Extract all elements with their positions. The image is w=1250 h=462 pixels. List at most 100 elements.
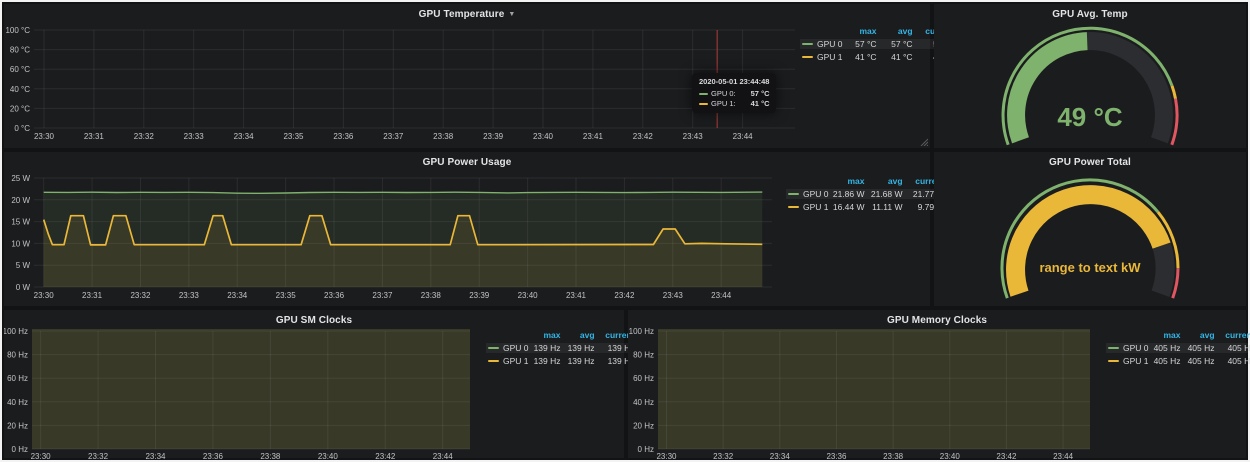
legend-header-avg[interactable]: avg	[1183, 330, 1217, 340]
tooltip-row-gpu1: GPU 1: 41 °C	[699, 99, 769, 108]
tooltip-row-gpu0: GPU 0: 57 °C	[699, 89, 769, 98]
legend-value-avg: 21.68 W	[867, 189, 905, 199]
chart-gpu-temperature[interactable]: 0 °C20 °C40 °C60 °C80 °C100 °C23:3023:31…	[4, 24, 930, 148]
svg-text:0 °C: 0 °C	[14, 124, 30, 133]
series-color-dash	[1108, 360, 1119, 362]
svg-text:23:40: 23:40	[318, 452, 339, 461]
svg-text:80 Hz: 80 Hz	[7, 351, 28, 360]
svg-text:40 °C: 40 °C	[10, 85, 30, 94]
series-color-dash	[488, 347, 499, 349]
panel-gpu-temperature: GPU Temperature ▼ 0 °C20 °C40 °C60 °C80 …	[4, 4, 930, 148]
legend-series-gpu0[interactable]: GPU 0	[800, 39, 843, 49]
panel-header: GPU Power Total	[934, 152, 1246, 172]
svg-text:10 W: 10 W	[11, 239, 30, 248]
legend-value-max: 57 °C	[843, 39, 879, 49]
legend-gpu-memory-clocks: max avg current GPU 0 405 Hz 405 Hz 405 …	[1106, 328, 1240, 367]
svg-text:23:42: 23:42	[996, 452, 1017, 461]
legend-header-avg[interactable]: avg	[563, 330, 597, 340]
legend-header-max[interactable]: max	[529, 330, 563, 340]
svg-text:40 Hz: 40 Hz	[633, 398, 654, 407]
panel-title-gpu-temperature[interactable]: GPU Temperature	[419, 9, 505, 20]
legend-value-avg: 139 Hz	[563, 356, 597, 366]
svg-text:23:34: 23:34	[227, 291, 248, 300]
svg-text:23:32: 23:32	[88, 452, 109, 461]
svg-text:23:30: 23:30	[34, 132, 55, 141]
svg-text:23:42: 23:42	[633, 132, 654, 141]
series-color-dash	[488, 360, 499, 362]
panel-title-gpu-power-usage[interactable]: GPU Power Usage	[423, 157, 512, 168]
svg-text:23:30: 23:30	[34, 291, 55, 300]
panel-resize-handle[interactable]	[920, 138, 928, 146]
legend-header-max[interactable]: max	[843, 26, 879, 36]
legend-value-avg: 405 Hz	[1183, 343, 1217, 353]
legend-header-current[interactable]: current	[1217, 330, 1250, 340]
legend-header-max[interactable]: max	[829, 176, 867, 186]
svg-text:25 W: 25 W	[11, 174, 30, 183]
legend-series-gpu0[interactable]: GPU 0	[486, 343, 529, 353]
legend-header-avg[interactable]: avg	[867, 176, 905, 186]
series-color-dash	[788, 193, 799, 195]
svg-text:23:41: 23:41	[566, 291, 587, 300]
graph-tooltip: 2020-05-01 23:44:48 GPU 0: 57 °C GPU 1: …	[692, 73, 776, 113]
svg-text:80 Hz: 80 Hz	[633, 351, 654, 360]
legend-value-max: 21.86 W	[829, 189, 867, 199]
gauge-gpu-power-total	[934, 172, 1246, 306]
svg-text:23:44: 23:44	[1053, 452, 1074, 461]
svg-text:23:44: 23:44	[433, 452, 454, 461]
dashboard: GPU Temperature ▼ 0 °C20 °C40 °C60 °C80 …	[0, 0, 1250, 462]
svg-text:23:36: 23:36	[324, 291, 345, 300]
legend-value-max: 405 Hz	[1149, 343, 1183, 353]
gauge-value-avg-temp: 49 °C	[934, 102, 1246, 133]
legend-series-gpu0[interactable]: GPU 0	[786, 189, 829, 199]
panel-title-gpu-avg-temp[interactable]: GPU Avg. Temp	[1052, 9, 1127, 20]
svg-text:20 W: 20 W	[11, 196, 30, 205]
svg-text:23:44: 23:44	[733, 132, 754, 141]
gauge-value-power-total: range to text kW	[934, 260, 1246, 275]
legend-value-avg: 41 °C	[879, 52, 915, 62]
series-color-dash	[788, 206, 799, 208]
svg-text:20 °C: 20 °C	[10, 104, 30, 113]
legend-gpu-sm-clocks: max avg current GPU 0 139 Hz 139 Hz 139 …	[486, 328, 618, 367]
svg-text:5 W: 5 W	[16, 261, 31, 270]
svg-text:23:43: 23:43	[683, 132, 704, 141]
legend-value-max: 405 Hz	[1149, 356, 1183, 366]
svg-text:40 Hz: 40 Hz	[7, 398, 28, 407]
panel-title-gpu-sm-clocks[interactable]: GPU SM Clocks	[276, 315, 352, 326]
svg-text:23:38: 23:38	[260, 452, 281, 461]
legend-value-avg: 139 Hz	[563, 343, 597, 353]
svg-text:23:35: 23:35	[283, 132, 304, 141]
svg-text:23:34: 23:34	[234, 132, 255, 141]
svg-text:0 Hz: 0 Hz	[12, 445, 28, 454]
svg-text:23:36: 23:36	[333, 132, 354, 141]
legend-value-avg: 405 Hz	[1183, 356, 1217, 366]
legend-series-gpu1[interactable]: GPU 1	[486, 356, 529, 366]
svg-text:23:35: 23:35	[276, 291, 297, 300]
svg-text:23:32: 23:32	[130, 291, 151, 300]
panel-title-gpu-memory-clocks[interactable]: GPU Memory Clocks	[887, 315, 987, 326]
svg-text:100 Hz: 100 Hz	[629, 327, 654, 336]
legend-series-gpu0[interactable]: GPU 0	[1106, 343, 1149, 353]
svg-text:23:31: 23:31	[82, 291, 103, 300]
panel-title-gpu-power-total[interactable]: GPU Power Total	[1049, 157, 1131, 168]
chevron-down-icon[interactable]: ▼	[508, 11, 515, 18]
svg-text:23:40: 23:40	[518, 291, 539, 300]
svg-text:23:34: 23:34	[770, 452, 791, 461]
legend-header-max[interactable]: max	[1149, 330, 1183, 340]
series-color-dash	[802, 43, 813, 45]
svg-text:23:38: 23:38	[421, 291, 442, 300]
panel-gpu-memory-clocks: GPU Memory Clocks 0 Hz20 Hz40 Hz60 Hz80 …	[628, 310, 1246, 458]
legend-series-gpu1[interactable]: GPU 1	[800, 52, 843, 62]
svg-text:60 Hz: 60 Hz	[633, 374, 654, 383]
svg-text:23:38: 23:38	[433, 132, 454, 141]
legend-value-max: 41 °C	[843, 52, 879, 62]
svg-text:20 Hz: 20 Hz	[633, 421, 654, 430]
legend-series-gpu1[interactable]: GPU 1	[786, 202, 829, 212]
svg-text:23:44: 23:44	[711, 291, 732, 300]
legend-value-max: 139 Hz	[529, 356, 563, 366]
legend-header-avg[interactable]: avg	[879, 26, 915, 36]
legend-series-gpu1[interactable]: GPU 1	[1106, 356, 1149, 366]
svg-text:23:33: 23:33	[179, 291, 200, 300]
svg-text:23:34: 23:34	[145, 452, 166, 461]
svg-text:23:42: 23:42	[614, 291, 635, 300]
panel-gpu-power-total: GPU Power Total range to text kW	[934, 152, 1246, 306]
